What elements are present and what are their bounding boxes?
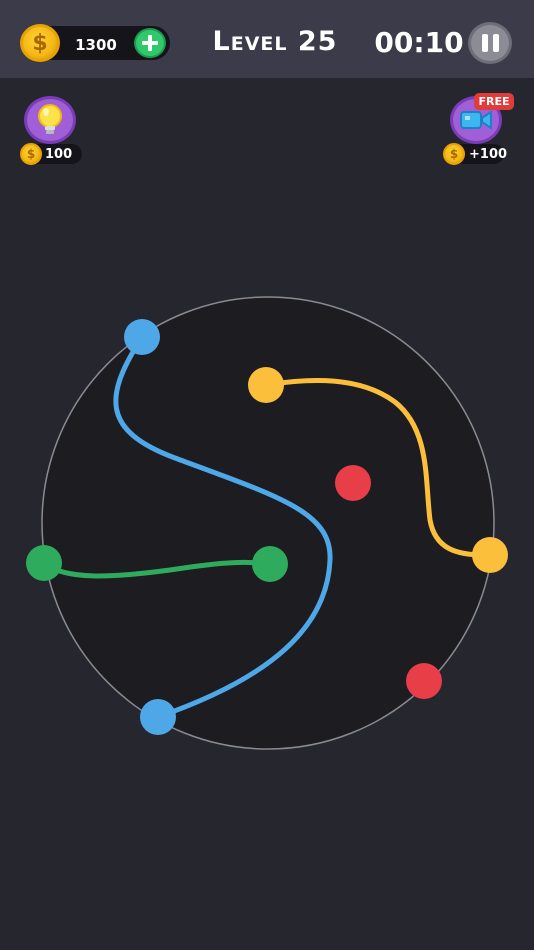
green-dot-left[interactable] bbox=[26, 545, 62, 581]
game-board[interactable] bbox=[0, 0, 534, 950]
red-dot-center[interactable] bbox=[335, 465, 371, 501]
yellow-dot-right[interactable] bbox=[472, 537, 508, 573]
green-dot-center[interactable] bbox=[252, 546, 288, 582]
red-dot-bottom[interactable] bbox=[406, 663, 442, 699]
yellow-dot-left[interactable] bbox=[248, 367, 284, 403]
blue-dot-top[interactable] bbox=[124, 319, 160, 355]
blue-dot-bottom[interactable] bbox=[140, 699, 176, 735]
